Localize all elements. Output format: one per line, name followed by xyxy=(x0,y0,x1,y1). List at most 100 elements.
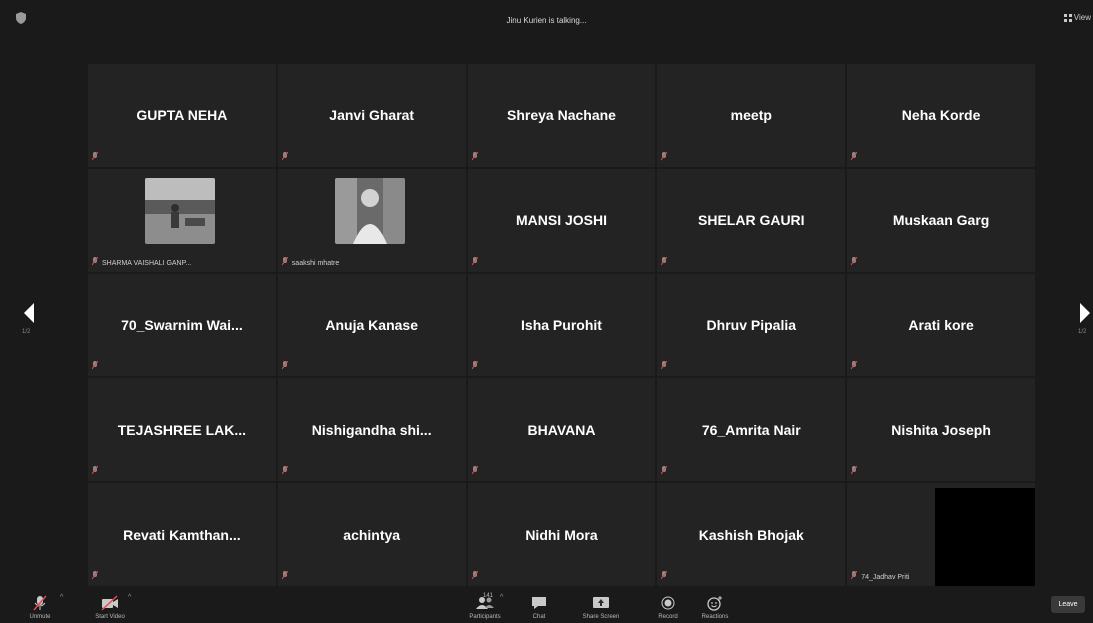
chat-button[interactable]: Chat xyxy=(524,586,554,623)
participant-name: Arati kore xyxy=(908,316,974,333)
muted-mic-icon xyxy=(661,151,668,161)
participant-tile[interactable]: Kashish Bhojak xyxy=(657,483,846,586)
next-page-arrow-icon[interactable] xyxy=(1076,301,1093,325)
participant-tile[interactable]: Nidhi Mora xyxy=(467,483,656,586)
muted-mic-icon xyxy=(92,361,98,370)
muted-mic-icon xyxy=(92,256,98,265)
muted-mic-icon xyxy=(851,361,858,370)
muted-mic-icon xyxy=(471,256,478,265)
participant-name: Nishita Joseph xyxy=(891,421,991,438)
participant-tile[interactable]: Dhruv Pipalia xyxy=(657,273,846,377)
share-screen-button[interactable]: Share Screen xyxy=(570,586,632,623)
participant-video-name: saakshi mhatre xyxy=(291,259,340,267)
outdoor-photo-icon xyxy=(145,177,215,244)
participant-tile[interactable]: MANSI JOSHI xyxy=(467,168,656,272)
participant-tile[interactable]: meetp xyxy=(657,64,846,167)
participant-video-tile[interactable]: 74_Jadhav Priti xyxy=(847,483,1035,586)
chat-bubble-icon xyxy=(532,597,546,609)
reactions-label: Reactions xyxy=(701,614,729,620)
participant-name: 70_Swarnim Wai... xyxy=(121,316,243,333)
participant-name: achintya xyxy=(343,526,401,543)
view-button[interactable]: View xyxy=(1063,13,1091,22)
share-screen-icon xyxy=(593,597,609,608)
unmute-label: Unmute xyxy=(29,614,51,620)
muted-mic-icon xyxy=(471,151,478,161)
muted-microphone-icon xyxy=(33,595,47,611)
muted-mic-icon xyxy=(851,571,858,580)
participant-name: 76_Amrita Nair xyxy=(701,421,801,438)
participant-tile[interactable]: Muskaan Garg xyxy=(847,168,1035,272)
video-off-icon xyxy=(101,595,118,611)
participants-chevron-icon[interactable]: ^ xyxy=(500,594,503,601)
muted-mic-icon xyxy=(661,361,668,370)
participant-tile[interactable]: Shreya Nachane xyxy=(467,64,656,167)
participant-video-name: SHARMA VAISHALI GANP... xyxy=(102,259,192,267)
record-label: Record xyxy=(658,614,678,620)
participant-tile[interactable]: achintya xyxy=(277,483,466,586)
share-screen-label: Share Screen xyxy=(582,614,620,620)
participant-tile[interactable]: TEJASHREE LAK... xyxy=(88,378,276,482)
leave-button[interactable]: Leave xyxy=(1051,596,1085,613)
grid-view-icon xyxy=(1063,13,1072,22)
chat-label: Chat xyxy=(532,614,546,620)
participants-button[interactable]: Participants xyxy=(462,586,508,623)
participant-name: BHAVANA xyxy=(527,421,596,438)
participant-name: Nidhi Mora xyxy=(525,526,598,543)
participant-video-tile[interactable]: SHARMA VAISHALI GANP... xyxy=(88,168,276,272)
participants-count: 141 xyxy=(483,593,494,599)
participant-tile[interactable]: 76_Amrita Nair xyxy=(657,378,846,482)
participant-name: Neha Korde xyxy=(901,107,981,124)
participant-name: MANSI JOSHI xyxy=(515,212,607,229)
participant-tile[interactable]: Arati kore xyxy=(847,273,1035,377)
unmute-button[interactable]: Unmute xyxy=(20,586,60,623)
record-button[interactable]: Record xyxy=(650,586,686,623)
start-video-label: Start Video xyxy=(95,614,125,620)
participants-label: Participants xyxy=(469,614,501,620)
participant-name: Kashish Bhojak xyxy=(698,526,804,543)
participant-tile[interactable]: Anuja Kanase xyxy=(277,273,466,377)
record-icon xyxy=(661,596,675,610)
participant-tile[interactable]: GUPTA NEHA xyxy=(88,64,276,167)
top-bar: Jinu Kurien is talking... View xyxy=(0,0,1093,48)
participant-name: Shreya Nachane xyxy=(507,107,616,124)
participant-name: GUPTA NEHA xyxy=(136,107,228,124)
previous-page-label: 1/2 xyxy=(22,329,31,335)
participant-tile[interactable]: 70_Swarnim Wai... xyxy=(88,273,276,377)
meeting-toolbar: Unmute ^ Start Video ^ Participants 141 … xyxy=(0,586,1093,623)
participant-video-tile[interactable]: saakshi mhatre xyxy=(277,168,466,272)
muted-mic-icon xyxy=(281,151,288,161)
video-options-chevron-icon[interactable]: ^ xyxy=(128,594,131,601)
participant-tile[interactable]: Nishita Joseph xyxy=(847,378,1035,482)
participant-tile[interactable]: Janvi Gharat xyxy=(277,64,466,167)
participant-name: SHELAR GAURI xyxy=(698,212,805,229)
previous-page-arrow-icon[interactable] xyxy=(20,301,40,325)
muted-mic-icon xyxy=(661,256,668,265)
participant-tile[interactable]: Nishigandha shi... xyxy=(277,378,466,482)
participant-tile[interactable]: BHAVANA xyxy=(467,378,656,482)
participant-video xyxy=(334,177,405,244)
reactions-button[interactable]: Reactions xyxy=(692,586,738,623)
start-video-button[interactable]: Start Video xyxy=(82,586,138,623)
participant-tile[interactable]: SHELAR GAURI xyxy=(657,168,846,272)
participant-tile[interactable]: Revati Kamthan... xyxy=(88,483,276,586)
participant-name: Dhruv Pipalia xyxy=(706,316,797,333)
muted-mic-icon xyxy=(851,151,858,161)
participant-name: TEJASHREE LAK... xyxy=(117,421,247,438)
participant-video xyxy=(145,177,215,244)
participant-tile[interactable]: Neha Korde xyxy=(847,64,1035,167)
audio-options-chevron-icon[interactable]: ^ xyxy=(60,594,63,601)
muted-mic-icon xyxy=(92,466,98,475)
muted-mic-icon xyxy=(851,466,858,475)
muted-mic-icon xyxy=(851,256,858,265)
participant-video xyxy=(935,488,1035,586)
muted-mic-icon xyxy=(471,361,478,370)
participant-tile[interactable]: Isha Purohit xyxy=(467,273,656,377)
participant-grid: GUPTA NEHA Janvi Gharat Shreya Nachane m… xyxy=(88,64,1035,586)
portrait-photo-icon xyxy=(334,177,405,244)
reactions-smiley-icon xyxy=(707,596,722,611)
participant-video-name: 74_Jadhav Priti xyxy=(861,574,910,581)
active-speaker-text: Jinu Kurien is talking... xyxy=(506,16,587,25)
muted-mic-icon xyxy=(661,571,668,580)
next-page-label: 1/2 xyxy=(1078,329,1087,335)
participant-name: Revati Kamthan... xyxy=(123,526,241,543)
